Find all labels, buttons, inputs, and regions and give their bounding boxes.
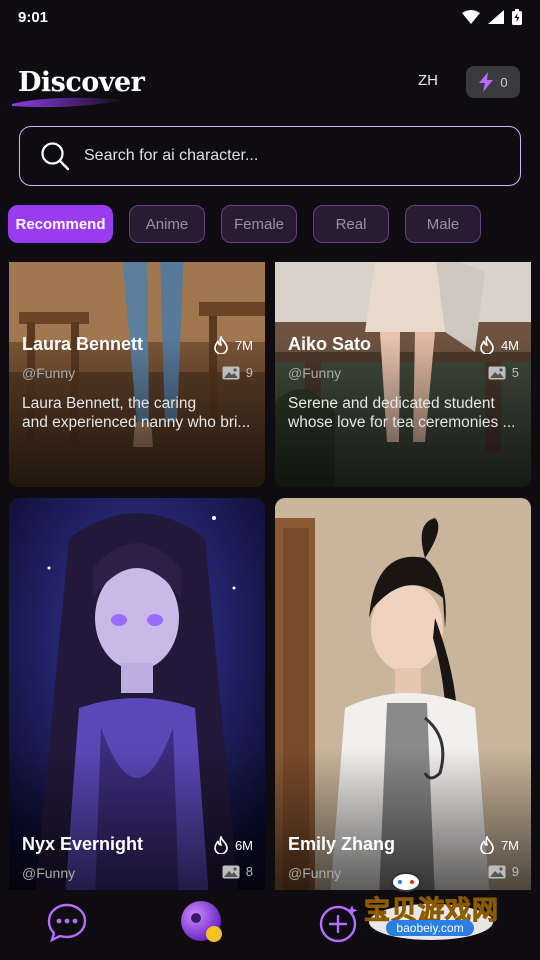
energy-button[interactable]: 0 [466, 66, 520, 98]
status-time: 9:01 [18, 8, 49, 26]
character-grid: Laura Bennett @Funny 7M 9 Laura Bennett,… [9, 262, 531, 890]
chat-icon[interactable] [46, 902, 88, 944]
image-count: 5 [511, 365, 519, 380]
image-count-stat: 5 [488, 365, 519, 380]
popularity-count: 4M [500, 337, 519, 353]
fire-icon [214, 336, 228, 354]
tab-real[interactable]: Real [313, 205, 389, 243]
character-card-laura[interactable]: Laura Bennett @Funny 7M 9 Laura Bennett,… [9, 262, 265, 487]
category-tabs: Recommend Anime Female Real Male [8, 205, 481, 243]
search-bar[interactable] [19, 126, 521, 186]
fire-icon [480, 836, 494, 854]
page-title-text: Discover [18, 66, 145, 98]
image-icon [222, 865, 240, 878]
description-line: whose love for tea ceremonies ... [288, 414, 516, 431]
watermark: 宝贝游戏网 baobeiy.com [356, 870, 506, 942]
popularity-stat: 7M [213, 336, 253, 354]
image-count-stat: 9 [222, 365, 253, 380]
tab-male[interactable]: Male [405, 205, 481, 243]
popularity-stat: 7M [479, 836, 519, 854]
add-icon[interactable] [318, 902, 360, 944]
character-name: Emily Zhang [288, 834, 396, 854]
character-handle: @Funny [22, 365, 76, 381]
tab-anime[interactable]: Anime [129, 205, 205, 243]
fire-icon [214, 836, 228, 854]
image-icon [222, 366, 240, 379]
popularity-count: 7M [234, 337, 253, 353]
app-header: Discover ZH 0 [12, 62, 520, 107]
search-input[interactable] [84, 147, 484, 165]
status-icons [462, 9, 522, 25]
page-title: Discover [12, 66, 145, 107]
character-name: Laura Bennett [22, 334, 144, 354]
character-description: Serene and dedicated student whose love … [288, 394, 519, 432]
description-line: Laura Bennett, the caring [22, 395, 197, 412]
status-bar: 9:01 [0, 0, 540, 34]
fire-icon [480, 336, 494, 354]
character-card-nyx[interactable]: Nyx Evernight @Funny 6M 8 [9, 498, 265, 890]
image-count-stat: 8 [222, 864, 253, 879]
character-card-aiko[interactable]: Aiko Sato @Funny 4M 5 Serene and dedicat… [275, 262, 531, 487]
language-toggle[interactable]: ZH [418, 72, 438, 89]
character-card-emily[interactable]: Emily Zhang @Funny 7M 9 [275, 498, 531, 890]
watermark-url: baobeiy.com [386, 920, 474, 936]
battery-icon [512, 9, 522, 25]
signal-icon [488, 10, 504, 24]
character-name: Aiko Sato [288, 334, 372, 354]
character-handle: @Funny [288, 865, 342, 881]
popularity-stat: 6M [213, 836, 253, 854]
description-line: Serene and dedicated student [288, 395, 495, 412]
search-icon [41, 142, 70, 171]
wifi-icon [462, 10, 480, 24]
character-handle: @Funny [288, 365, 342, 381]
tab-female[interactable]: Female [221, 205, 297, 243]
popularity-count: 6M [234, 837, 253, 853]
image-icon [488, 366, 506, 379]
description-line: and experienced nanny who bri... [22, 414, 251, 431]
image-count: 9 [245, 365, 253, 380]
image-count: 8 [245, 864, 253, 879]
orb-icon[interactable] [180, 900, 226, 946]
character-handle: @Funny [22, 865, 76, 881]
character-name: Nyx Evernight [22, 834, 144, 854]
popularity-count: 7M [500, 837, 519, 853]
lightning-icon [479, 72, 494, 92]
popularity-stat: 4M [479, 336, 519, 354]
image-count: 9 [511, 864, 519, 879]
tab-recommend[interactable]: Recommend [8, 205, 113, 243]
character-description: Laura Bennett, the caring and experience… [22, 394, 253, 432]
energy-count: 0 [500, 74, 508, 90]
